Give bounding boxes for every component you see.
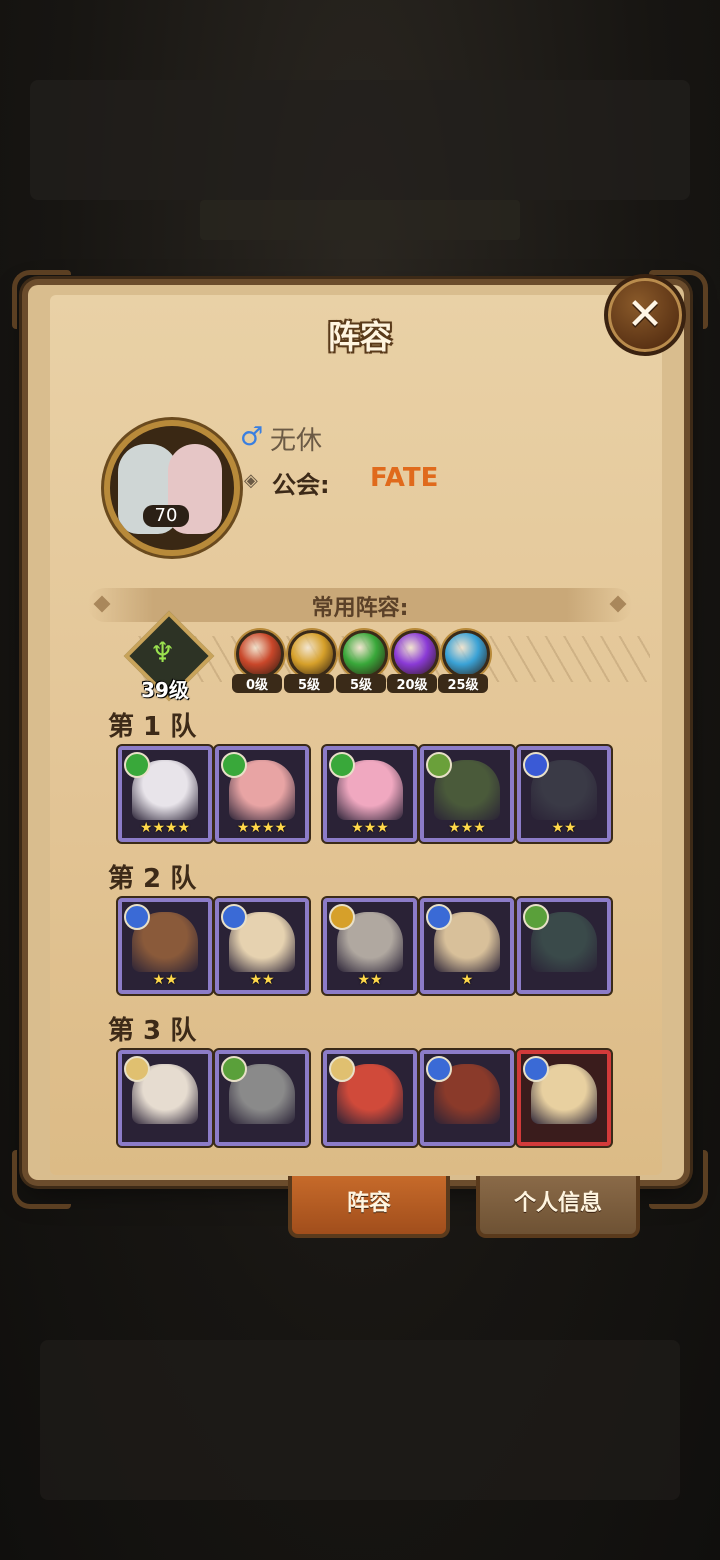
hero-slot[interactable]: ★★: [118, 898, 212, 994]
hero-slot[interactable]: ★★★: [323, 746, 417, 842]
hero-slot[interactable]: [517, 898, 611, 994]
faction-lightbearer-icon[interactable]: [236, 630, 284, 678]
faction-emblem-icon: [523, 1056, 549, 1082]
hero-stars: ★: [460, 972, 474, 988]
hero-stars: ★★: [249, 972, 275, 988]
faction-celestial-icon[interactable]: [442, 630, 490, 678]
team-label: 第 2 队: [108, 864, 197, 894]
hero-slot[interactable]: ★★★★: [215, 746, 309, 842]
tree-level: 39级: [141, 678, 189, 702]
hero-slot[interactable]: ★★: [517, 746, 611, 842]
faction-emblem-icon: [426, 752, 452, 778]
hero-slot[interactable]: [420, 1050, 514, 1146]
hero-slot[interactable]: ★★: [323, 898, 417, 994]
faction-emblem-icon: [221, 1056, 247, 1082]
guild-name[interactable]: FATE: [370, 463, 438, 493]
player-level: 70: [143, 505, 189, 527]
faction-emblem-icon: [221, 904, 247, 930]
hero-stars: ★★★★: [139, 820, 191, 836]
faction-emblem-icon: [523, 904, 549, 930]
background-blur: [40, 1340, 680, 1500]
hero-slot[interactable]: ★★: [215, 898, 309, 994]
team-label: 第 3 队: [108, 1016, 197, 1046]
background-blur: [30, 80, 690, 200]
faction-mauler-icon[interactable]: [288, 630, 336, 678]
hero-stars: ★★: [551, 820, 577, 836]
male-icon: ♂: [240, 422, 264, 452]
faction-wilder-icon[interactable]: [340, 630, 388, 678]
hero-slot[interactable]: [215, 1050, 309, 1146]
frame-corner: [12, 1150, 71, 1209]
faction-level: 0级: [232, 674, 282, 693]
hero-slot[interactable]: ★★★★: [118, 746, 212, 842]
faction-graveborn-icon[interactable]: [391, 630, 439, 678]
faction-emblem-icon: [221, 752, 247, 778]
hero-stars: ★★★: [351, 820, 389, 836]
faction-level: 5级: [336, 674, 386, 693]
faction-level: 25级: [438, 674, 488, 693]
hero-stars: ★★: [357, 972, 383, 988]
close-icon: ✕: [626, 289, 664, 340]
hero-stars: ★★: [152, 972, 178, 988]
team-label: 第 1 队: [108, 712, 197, 742]
faction-level: 20级: [387, 674, 437, 693]
faction-emblem-icon: [124, 1056, 150, 1082]
tab-lineup[interactable]: 阵容: [288, 1176, 450, 1238]
faction-emblem-icon: [426, 904, 452, 930]
hero-slot[interactable]: ★: [420, 898, 514, 994]
guild-label: 公会:: [272, 471, 330, 499]
faction-emblem-icon: [124, 904, 150, 930]
hero-stars: ★★★★: [236, 820, 288, 836]
avatar[interactable]: [104, 420, 240, 556]
diamond-bullet-icon: ◈: [244, 470, 258, 491]
frame-corner: [649, 1150, 708, 1209]
background-blur: [200, 200, 520, 240]
hero-slot[interactable]: ★★★: [420, 746, 514, 842]
faction-emblem-icon: [329, 1056, 355, 1082]
faction-level: 5级: [284, 674, 334, 693]
faction-emblem-icon: [329, 904, 355, 930]
player-name: 无休: [270, 426, 323, 456]
faction-emblem-icon: [426, 1056, 452, 1082]
faction-emblem-icon: [329, 752, 355, 778]
close-button[interactable]: ✕: [604, 274, 686, 356]
hero-slot[interactable]: [517, 1050, 611, 1146]
hero-slot[interactable]: [323, 1050, 417, 1146]
tab-personal-info[interactable]: 个人信息: [476, 1176, 640, 1238]
tree-icon: ♆: [150, 636, 176, 669]
faction-emblem-icon: [124, 752, 150, 778]
lineup-header: 常用阵容:: [311, 596, 409, 621]
faction-emblem-icon: [523, 752, 549, 778]
hero-slot[interactable]: [118, 1050, 212, 1146]
hero-stars: ★★★: [448, 820, 486, 836]
